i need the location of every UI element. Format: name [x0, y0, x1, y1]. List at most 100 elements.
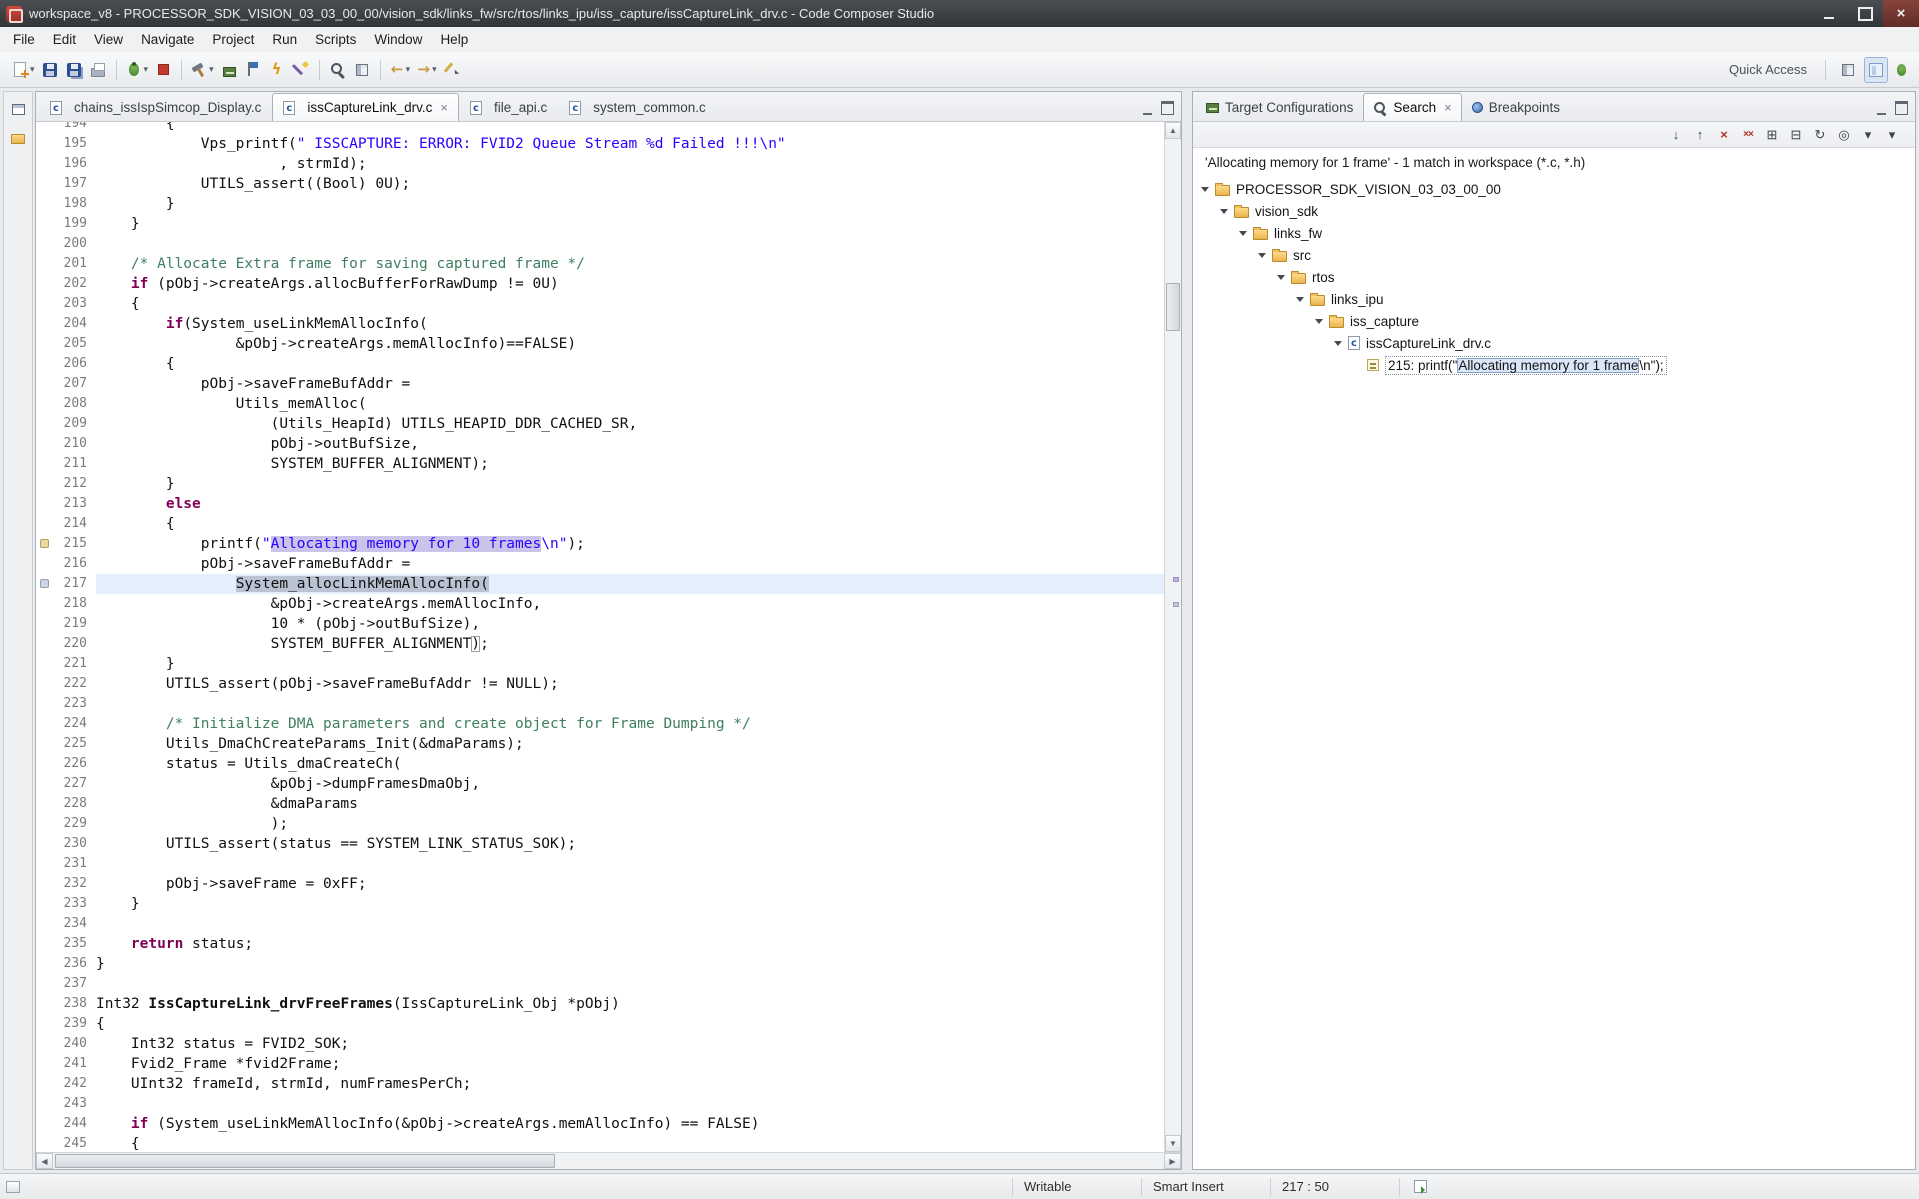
code-line-239[interactable]: 239 {: [36, 1014, 1164, 1034]
code-editor[interactable]: 194 {195 Vps_printf(" ISSCAPTURE: ERROR:…: [36, 122, 1181, 1152]
horizontal-scroll-track[interactable]: [53, 1153, 1164, 1169]
code-line-221[interactable]: 221 }: [36, 654, 1164, 674]
menu-edit[interactable]: Edit: [44, 29, 85, 50]
tree-item-match[interactable]: 215: printf("Allocating memory for 1 fra…: [1193, 354, 1915, 376]
code-line-220[interactable]: 220 SYSTEM_BUFFER_ALIGNMENT);: [36, 634, 1164, 654]
code-line-227[interactable]: 227 &pObj->dumpFramesDmaObj,: [36, 774, 1164, 794]
code-line-244[interactable]: 244 if (System_useLinkMemAllocInfo(&pObj…: [36, 1114, 1164, 1134]
code-line-237[interactable]: 237: [36, 974, 1164, 994]
code-line-230[interactable]: 230 UTILS_assert(status == SYSTEM_LINK_S…: [36, 834, 1164, 854]
menu-project[interactable]: Project: [203, 29, 263, 50]
code-line-216[interactable]: 216 pObj->saveFrameBufAddr =: [36, 554, 1164, 574]
wand-button[interactable]: [289, 57, 313, 83]
code-line-204[interactable]: 204 if(System_useLinkMemAllocInfo(: [36, 314, 1164, 334]
tree-item-rtos[interactable]: rtos: [1193, 266, 1915, 288]
expand-arrow-icon[interactable]: [1296, 296, 1304, 302]
search-button[interactable]: [326, 57, 350, 83]
sash[interactable]: [1182, 91, 1192, 1170]
remove-selected-matches-button[interactable]: ×: [1713, 125, 1735, 145]
code-line-226[interactable]: 226 status = Utils_dmaCreateCh(: [36, 754, 1164, 774]
tree-item-PROCESSOR_SDK_VISION_03_03_00_00[interactable]: PROCESSOR_SDK_VISION_03_03_00_00: [1193, 178, 1915, 200]
minimize-editor-button[interactable]: [1137, 99, 1157, 117]
view-tab-search[interactable]: Search ×: [1363, 93, 1462, 121]
code-line-199[interactable]: 199 }: [36, 214, 1164, 234]
vertical-scroll-track[interactable]: [1165, 139, 1181, 1135]
maximize-button[interactable]: [1847, 0, 1883, 27]
tree-item-issCaptureLink_drv.c[interactable]: issCaptureLink_drv.c: [1193, 332, 1915, 354]
code-line-206[interactable]: 206 {: [36, 354, 1164, 374]
last-edit-location-button[interactable]: [440, 57, 464, 83]
menu-file[interactable]: File: [4, 29, 44, 50]
scroll-up-arrow[interactable]: ▲: [1165, 122, 1181, 139]
next-match-button[interactable]: ↓: [1665, 125, 1687, 145]
code-line-196[interactable]: 196 , strmId);: [36, 154, 1164, 174]
tree-item-vision_sdk[interactable]: vision_sdk: [1193, 200, 1915, 222]
expand-arrow-icon[interactable]: [1315, 318, 1323, 324]
menu-help[interactable]: Help: [431, 29, 477, 50]
code-line-235[interactable]: 235 return status;: [36, 934, 1164, 954]
code-line-205[interactable]: 205 &pObj->createArgs.memAllocInfo)==FAL…: [36, 334, 1164, 354]
editor-tab-issCaptureLink_drv.c[interactable]: issCaptureLink_drv.c ×: [272, 93, 459, 121]
back-button[interactable]: ← ▾: [387, 57, 414, 83]
code-line-233[interactable]: 233 }: [36, 894, 1164, 914]
editor-tab-system_common.c[interactable]: system_common.c: [558, 93, 717, 121]
code-line-242[interactable]: 242 UInt32 frameId, strmId, numFramesPer…: [36, 1074, 1164, 1094]
code-viewport[interactable]: 194 {195 Vps_printf(" ISSCAPTURE: ERROR:…: [36, 122, 1164, 1152]
code-line-229[interactable]: 229 );: [36, 814, 1164, 834]
collapse-all-button[interactable]: ⊟: [1785, 125, 1807, 145]
code-line-245[interactable]: 245 {: [36, 1134, 1164, 1152]
code-line-203[interactable]: 203 {: [36, 294, 1164, 314]
open-resource-button[interactable]: [350, 57, 374, 83]
maximize-view-button[interactable]: [1891, 99, 1911, 117]
code-line-198[interactable]: 198 }: [36, 194, 1164, 214]
expand-arrow-icon[interactable]: [1220, 208, 1228, 214]
scroll-left-arrow[interactable]: ◀: [36, 1153, 53, 1169]
previous-searches-button[interactable]: ▾: [1857, 125, 1879, 145]
code-line-211[interactable]: 211 SYSTEM_BUFFER_ALIGNMENT);: [36, 454, 1164, 474]
code-line-214[interactable]: 214 {: [36, 514, 1164, 534]
code-line-217[interactable]: 217 System_allocLinkMemAllocInfo(: [36, 574, 1164, 594]
flash-button[interactable]: ϟ: [265, 57, 289, 83]
code-line-243[interactable]: 243: [36, 1094, 1164, 1114]
open-perspective-button[interactable]: [1836, 57, 1860, 83]
restore-view-button[interactable]: [7, 98, 29, 120]
code-line-215[interactable]: 215 printf("Allocating memory for 10 fra…: [36, 534, 1164, 554]
close-button[interactable]: ×: [1883, 0, 1919, 27]
code-line-223[interactable]: 223: [36, 694, 1164, 714]
view-tab-breakpoints[interactable]: Breakpoints: [1462, 93, 1570, 121]
vertical-scrollbar[interactable]: ▲ ▼: [1164, 122, 1181, 1152]
ccs-edit-perspective-button[interactable]: [1864, 56, 1888, 83]
vertical-scroll-thumb[interactable]: [1166, 283, 1180, 331]
debug-button[interactable]: ▾: [123, 57, 152, 83]
code-line-224[interactable]: 224 /* Initialize DMA parameters and cre…: [36, 714, 1164, 734]
menu-window[interactable]: Window: [365, 29, 431, 50]
new-target-configuration-button[interactable]: [217, 57, 241, 83]
horizontal-scroll-thumb[interactable]: [55, 1154, 555, 1168]
close-tab-icon[interactable]: ×: [440, 100, 448, 115]
new-button[interactable]: ▾: [8, 57, 38, 83]
quick-access-button[interactable]: Quick Access: [1721, 59, 1815, 80]
stop-button[interactable]: [151, 57, 175, 83]
overview-search-mark[interactable]: [1173, 577, 1179, 583]
minimize-button[interactable]: [1811, 0, 1847, 27]
code-line-240[interactable]: 240 Int32 status = FVID2_SOK;: [36, 1034, 1164, 1054]
expand-all-button[interactable]: ⊞: [1761, 125, 1783, 145]
build-button[interactable]: ▾: [188, 57, 217, 83]
run-search-again-button[interactable]: ↻: [1809, 125, 1831, 145]
code-line-195[interactable]: 195 Vps_printf(" ISSCAPTURE: ERROR: FVID…: [36, 134, 1164, 154]
code-line-201[interactable]: 201 /* Allocate Extra frame for saving c…: [36, 254, 1164, 274]
tree-item-iss_capture[interactable]: iss_capture: [1193, 310, 1915, 332]
pin-search-view-button[interactable]: ◎: [1833, 125, 1855, 145]
code-line-241[interactable]: 241 Fvid2_Frame *fvid2Frame;: [36, 1054, 1164, 1074]
status-corner-icon[interactable]: [6, 1180, 20, 1193]
expand-arrow-icon[interactable]: [1239, 230, 1247, 236]
editor-tab-file_api.c[interactable]: file_api.c: [459, 93, 558, 121]
scroll-right-arrow[interactable]: ▶: [1164, 1153, 1181, 1169]
code-line-194[interactable]: 194 {: [36, 122, 1164, 134]
menu-view[interactable]: View: [85, 29, 132, 50]
menu-navigate[interactable]: Navigate: [132, 29, 203, 50]
print-button[interactable]: [86, 57, 110, 83]
editor-tab-chains_issIspSimcop_Display.c[interactable]: chains_issIspSimcop_Display.c: [39, 93, 272, 121]
expand-arrow-icon[interactable]: [1201, 186, 1209, 192]
minimize-view-button[interactable]: [1871, 99, 1891, 117]
